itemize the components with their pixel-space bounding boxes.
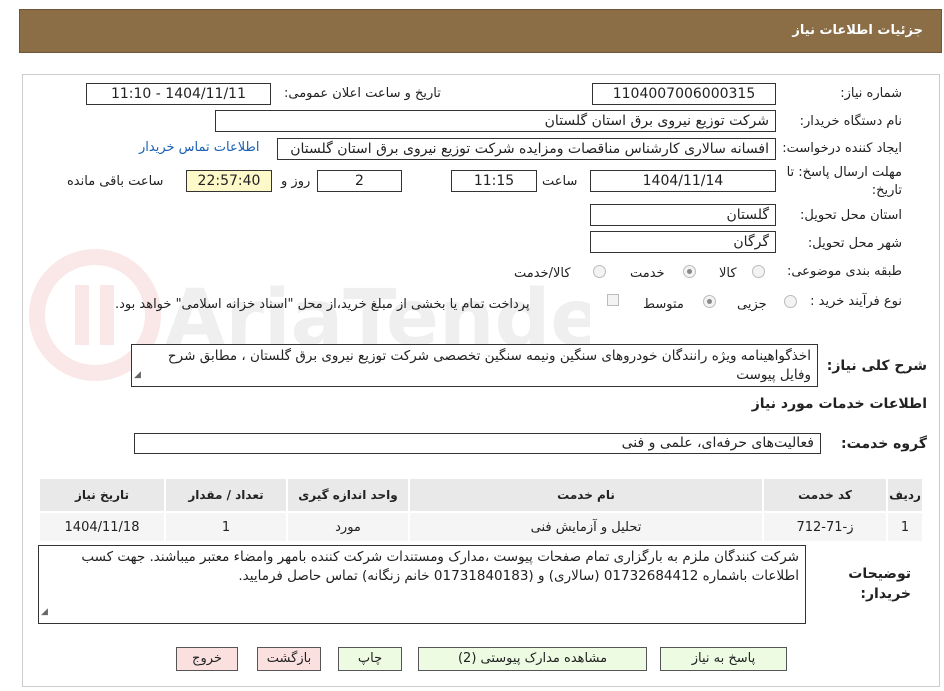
need-number-field: 1104007006000315 — [592, 83, 776, 105]
treasury-payment-checkbox[interactable] — [607, 294, 619, 306]
process-option-medium: متوسط — [643, 297, 684, 312]
buyer-notes-label-2: خریدار: — [860, 586, 911, 602]
buyer-notes-textarea[interactable]: شرکت کنندگان ملزم به بارگزاری تمام صفحات… — [38, 545, 806, 624]
deadline-label: مهلت ارسال پاسخ: تا — [786, 165, 902, 180]
deadline-date-field: 1404/11/14 — [590, 170, 776, 192]
cell-service-code: ز-71-712 — [762, 511, 888, 543]
category-label: طبقه بندی موضوعی: — [786, 264, 902, 279]
col-header-unit: واحد اندازه گیری — [286, 477, 410, 513]
cell-quantity: 1 — [164, 511, 288, 543]
process-option-minor: جزیی — [737, 297, 767, 312]
resize-grip-icon[interactable]: ◢ — [41, 603, 48, 622]
col-header-service-code: کد خدمت — [762, 477, 888, 513]
buyer-notes-label: توضیحات — [848, 566, 911, 582]
col-header-need-date: تاریخ نیاز — [38, 477, 166, 513]
print-button[interactable]: چاپ — [338, 647, 402, 671]
requester-field: افسانه سالاری کارشناس مناقصات ومزایده شر… — [277, 138, 776, 160]
services-table-header: ردیف کد خدمت نام خدمت واحد اندازه گیری ت… — [38, 477, 924, 513]
description-label: شرح کلی نیاز: — [826, 358, 927, 374]
category-radio-goods[interactable] — [752, 265, 765, 278]
remaining-days-field: 2 — [317, 170, 402, 192]
cell-row-number: 1 — [886, 511, 924, 543]
announce-datetime-field: 1404/11/11 - 11:10 — [86, 83, 271, 105]
respond-button[interactable]: پاسخ به نیاز — [660, 647, 787, 671]
table-row: 1 ز-71-712 تحلیل و آزمایش فنی مورد 1 140… — [38, 511, 924, 543]
buyer-org-field: شرکت توزیع نیروی برق استان گلستان — [215, 110, 776, 132]
process-type-label: نوع فرآیند خرید : — [810, 294, 902, 309]
back-button[interactable]: بازگشت — [257, 647, 321, 671]
delivery-city-label: شهر محل تحویل: — [807, 236, 902, 251]
buyer-contact-link[interactable]: اطلاعات تماس خریدار — [139, 140, 259, 155]
requester-label: ایجاد کننده درخواست: — [782, 141, 902, 156]
page-header: جزئیات اطلاعات نیاز — [19, 9, 942, 53]
category-option-goods: کالا — [719, 266, 737, 281]
remaining-time-label: ساعت باقی مانده — [67, 174, 164, 189]
services-section-title: اطلاعات خدمات مورد نیاز — [751, 396, 927, 412]
need-number-label: شماره نیاز: — [840, 86, 902, 101]
delivery-province-field: گلستان — [590, 204, 776, 226]
resize-grip-icon[interactable]: ◢ — [134, 366, 141, 385]
remaining-time-field: 22:57:40 — [186, 170, 272, 192]
process-radio-medium[interactable] — [703, 295, 716, 308]
buyer-notes-text: شرکت کنندگان ملزم به بارگزاری تمام صفحات… — [81, 549, 799, 584]
category-radio-goods-service[interactable] — [593, 265, 606, 278]
cell-need-date: 1404/11/18 — [38, 511, 166, 543]
process-radio-minor[interactable] — [784, 295, 797, 308]
description-text: اخذگواهینامه ویژه رانندگان خودروهای سنگی… — [167, 348, 811, 383]
col-header-row-number: ردیف — [886, 477, 924, 513]
cell-service-name: تحلیل و آزمایش فنی — [408, 511, 764, 543]
description-textarea[interactable]: اخذگواهینامه ویژه رانندگان خودروهای سنگی… — [131, 344, 818, 387]
category-option-service: خدمت — [630, 266, 665, 281]
service-group-label: گروه خدمت: — [841, 436, 927, 452]
category-option-goods-service: کالا/خدمت — [514, 266, 571, 281]
col-header-service-name: نام خدمت — [408, 477, 764, 513]
delivery-city-field: گرگان — [590, 231, 776, 253]
remaining-days-label: روز و — [281, 174, 311, 189]
services-table-wrapper: ردیف کد خدمت نام خدمت واحد اندازه گیری ت… — [38, 477, 924, 543]
page-title: جزئیات اطلاعات نیاز — [792, 23, 923, 38]
exit-button[interactable]: خروج — [176, 647, 238, 671]
buyer-org-label: نام دستگاه خریدار: — [799, 114, 902, 129]
deadline-label-date: تاریخ: — [871, 183, 902, 198]
deadline-time-label: ساعت — [542, 174, 578, 189]
services-table: ردیف کد خدمت نام خدمت واحد اندازه گیری ت… — [38, 477, 924, 543]
cell-unit: مورد — [286, 511, 410, 543]
view-attachments-button[interactable]: مشاهده مدارک پیوستی (2) — [418, 647, 647, 671]
announce-datetime-label: تاریخ و ساعت اعلان عمومی: — [284, 86, 441, 101]
treasury-payment-note: پرداخت تمام یا بخشی از مبلغ خرید،از محل … — [115, 297, 530, 312]
category-radio-service[interactable] — [683, 265, 696, 278]
deadline-time-field: 11:15 — [451, 170, 537, 192]
delivery-province-label: استان محل تحویل: — [800, 208, 902, 223]
service-group-field: فعالیت‌های حرفه‌ای، علمی و فنی — [134, 433, 821, 454]
col-header-quantity: تعداد / مقدار — [164, 477, 288, 513]
